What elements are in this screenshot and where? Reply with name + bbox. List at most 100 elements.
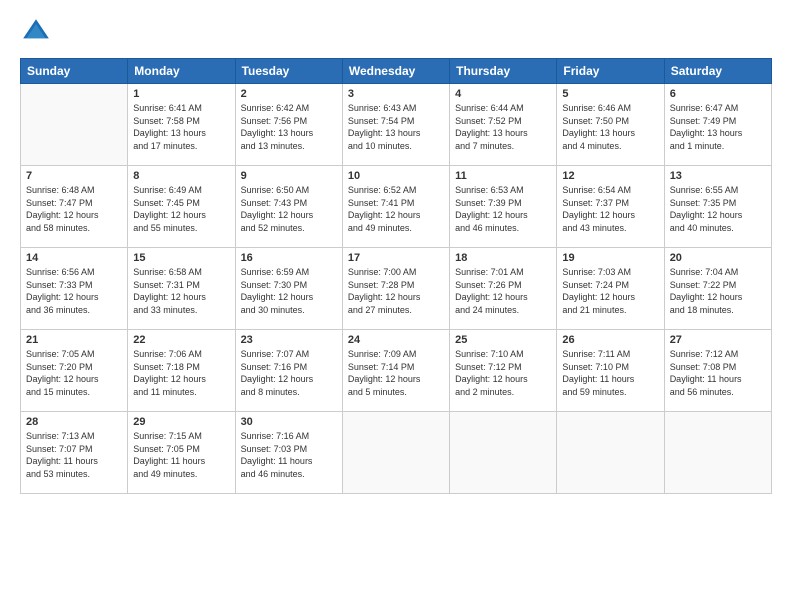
calendar-table: SundayMondayTuesdayWednesdayThursdayFrid… xyxy=(20,58,772,494)
day-info: Sunrise: 7:09 AM Sunset: 7:14 PM Dayligh… xyxy=(348,348,444,398)
weekday-header-row: SundayMondayTuesdayWednesdayThursdayFrid… xyxy=(21,59,772,84)
day-number: 29 xyxy=(133,416,229,428)
day-info: Sunrise: 6:54 AM Sunset: 7:37 PM Dayligh… xyxy=(562,184,658,234)
day-info: Sunrise: 6:49 AM Sunset: 7:45 PM Dayligh… xyxy=(133,184,229,234)
day-number: 18 xyxy=(455,252,551,264)
day-number: 21 xyxy=(26,334,122,346)
day-number: 8 xyxy=(133,170,229,182)
weekday-header-monday: Monday xyxy=(128,59,235,84)
day-info: Sunrise: 7:16 AM Sunset: 7:03 PM Dayligh… xyxy=(241,430,337,480)
calendar-cell: 12 Sunrise: 6:54 AM Sunset: 7:37 PM Dayli… xyxy=(557,166,664,248)
day-number: 12 xyxy=(562,170,658,182)
day-number: 26 xyxy=(562,334,658,346)
calendar-cell: 25 Sunrise: 7:10 AM Sunset: 7:12 PM Dayli… xyxy=(450,330,557,412)
calendar-cell: 13 Sunrise: 6:55 AM Sunset: 7:35 PM Dayli… xyxy=(664,166,771,248)
calendar-cell: 20 Sunrise: 7:04 AM Sunset: 7:22 PM Dayli… xyxy=(664,248,771,330)
day-info: Sunrise: 6:53 AM Sunset: 7:39 PM Dayligh… xyxy=(455,184,551,234)
day-number: 3 xyxy=(348,88,444,100)
calendar-week-row: 28Sunrise: 7:13 AM Sunset: 7:07 PM Dayli… xyxy=(21,412,772,494)
day-info: Sunrise: 7:04 AM Sunset: 7:22 PM Dayligh… xyxy=(670,266,766,316)
day-info: Sunrise: 6:42 AM Sunset: 7:56 PM Dayligh… xyxy=(241,102,337,152)
day-info: Sunrise: 6:43 AM Sunset: 7:54 PM Dayligh… xyxy=(348,102,444,152)
day-number: 13 xyxy=(670,170,766,182)
calendar-cell: 3 Sunrise: 6:43 AM Sunset: 7:54 PM Daylig… xyxy=(342,84,449,166)
logo xyxy=(20,16,56,48)
day-number: 15 xyxy=(133,252,229,264)
calendar-week-row: 1 Sunrise: 6:41 AM Sunset: 7:58 PM Daylig… xyxy=(21,84,772,166)
day-number: 19 xyxy=(562,252,658,264)
calendar-cell: 26 Sunrise: 7:11 AM Sunset: 7:10 PM Dayli… xyxy=(557,330,664,412)
calendar-cell: 1 Sunrise: 6:41 AM Sunset: 7:58 PM Daylig… xyxy=(128,84,235,166)
calendar-week-row: 21 Sunrise: 7:05 AM Sunset: 7:20 PM Dayli… xyxy=(21,330,772,412)
day-info: Sunrise: 6:52 AM Sunset: 7:41 PM Dayligh… xyxy=(348,184,444,234)
calendar-cell: 10 Sunrise: 6:52 AM Sunset: 7:41 PM Dayli… xyxy=(342,166,449,248)
day-number: 9 xyxy=(241,170,337,182)
calendar-cell: 23 Sunrise: 7:07 AM Sunset: 7:16 PM Dayli… xyxy=(235,330,342,412)
weekday-header-wednesday: Wednesday xyxy=(342,59,449,84)
day-number: 2 xyxy=(241,88,337,100)
day-number: 22 xyxy=(133,334,229,346)
day-info: Sunrise: 7:15 AM Sunset: 7:05 PM Dayligh… xyxy=(133,430,229,480)
day-number: 20 xyxy=(670,252,766,264)
day-info: Sunrise: 7:12 AM Sunset: 7:08 PM Dayligh… xyxy=(670,348,766,398)
day-number: 14 xyxy=(26,252,122,264)
weekday-header-sunday: Sunday xyxy=(21,59,128,84)
calendar-cell: 9 Sunrise: 6:50 AM Sunset: 7:43 PM Daylig… xyxy=(235,166,342,248)
day-info: Sunrise: 7:11 AM Sunset: 7:10 PM Dayligh… xyxy=(562,348,658,398)
calendar-cell xyxy=(342,412,449,494)
day-number: 1 xyxy=(133,88,229,100)
calendar-cell: 18 Sunrise: 7:01 AM Sunset: 7:26 PM Dayli… xyxy=(450,248,557,330)
day-number: 10 xyxy=(348,170,444,182)
calendar-cell: 16 Sunrise: 6:59 AM Sunset: 7:30 PM Dayli… xyxy=(235,248,342,330)
calendar-cell: 28Sunrise: 7:13 AM Sunset: 7:07 PM Dayli… xyxy=(21,412,128,494)
day-info: Sunrise: 7:06 AM Sunset: 7:18 PM Dayligh… xyxy=(133,348,229,398)
day-info: Sunrise: 6:55 AM Sunset: 7:35 PM Dayligh… xyxy=(670,184,766,234)
calendar-cell: 17Sunrise: 7:00 AM Sunset: 7:28 PM Dayli… xyxy=(342,248,449,330)
day-info: Sunrise: 6:48 AM Sunset: 7:47 PM Dayligh… xyxy=(26,184,122,234)
day-number: 4 xyxy=(455,88,551,100)
calendar-cell: 21 Sunrise: 7:05 AM Sunset: 7:20 PM Dayli… xyxy=(21,330,128,412)
calendar-cell: 29 Sunrise: 7:15 AM Sunset: 7:05 PM Dayli… xyxy=(128,412,235,494)
day-info: Sunrise: 6:50 AM Sunset: 7:43 PM Dayligh… xyxy=(241,184,337,234)
calendar-cell: 27Sunrise: 7:12 AM Sunset: 7:08 PM Dayli… xyxy=(664,330,771,412)
calendar-cell: 7Sunrise: 6:48 AM Sunset: 7:47 PM Daylig… xyxy=(21,166,128,248)
day-info: Sunrise: 7:13 AM Sunset: 7:07 PM Dayligh… xyxy=(26,430,122,480)
day-number: 17 xyxy=(348,252,444,264)
weekday-header-friday: Friday xyxy=(557,59,664,84)
day-info: Sunrise: 7:10 AM Sunset: 7:12 PM Dayligh… xyxy=(455,348,551,398)
calendar-cell xyxy=(557,412,664,494)
calendar-cell: 15 Sunrise: 6:58 AM Sunset: 7:31 PM Dayli… xyxy=(128,248,235,330)
day-number: 11 xyxy=(455,170,551,182)
day-info: Sunrise: 6:41 AM Sunset: 7:58 PM Dayligh… xyxy=(133,102,229,152)
calendar-cell: 14 Sunrise: 6:56 AM Sunset: 7:33 PM Dayli… xyxy=(21,248,128,330)
day-info: Sunrise: 7:01 AM Sunset: 7:26 PM Dayligh… xyxy=(455,266,551,316)
day-info: Sunrise: 6:47 AM Sunset: 7:49 PM Dayligh… xyxy=(670,102,766,152)
calendar-cell: 6 Sunrise: 6:47 AM Sunset: 7:49 PM Daylig… xyxy=(664,84,771,166)
day-number: 30 xyxy=(241,416,337,428)
day-info: Sunrise: 6:59 AM Sunset: 7:30 PM Dayligh… xyxy=(241,266,337,316)
day-number: 6 xyxy=(670,88,766,100)
calendar-cell: 22 Sunrise: 7:06 AM Sunset: 7:18 PM Dayli… xyxy=(128,330,235,412)
calendar-week-row: 7Sunrise: 6:48 AM Sunset: 7:47 PM Daylig… xyxy=(21,166,772,248)
day-info: Sunrise: 7:07 AM Sunset: 7:16 PM Dayligh… xyxy=(241,348,337,398)
logo-icon xyxy=(20,16,52,48)
day-info: Sunrise: 6:58 AM Sunset: 7:31 PM Dayligh… xyxy=(133,266,229,316)
weekday-header-tuesday: Tuesday xyxy=(235,59,342,84)
calendar-cell xyxy=(664,412,771,494)
page: SundayMondayTuesdayWednesdayThursdayFrid… xyxy=(0,0,792,612)
calendar-week-row: 14 Sunrise: 6:56 AM Sunset: 7:33 PM Dayli… xyxy=(21,248,772,330)
calendar-cell: 5Sunrise: 6:46 AM Sunset: 7:50 PM Daylig… xyxy=(557,84,664,166)
day-number: 24 xyxy=(348,334,444,346)
header xyxy=(20,16,772,48)
weekday-header-thursday: Thursday xyxy=(450,59,557,84)
day-info: Sunrise: 7:05 AM Sunset: 7:20 PM Dayligh… xyxy=(26,348,122,398)
day-number: 25 xyxy=(455,334,551,346)
calendar-cell: 19Sunrise: 7:03 AM Sunset: 7:24 PM Dayli… xyxy=(557,248,664,330)
calendar-cell xyxy=(21,84,128,166)
calendar-cell xyxy=(450,412,557,494)
day-info: Sunrise: 6:56 AM Sunset: 7:33 PM Dayligh… xyxy=(26,266,122,316)
calendar-cell: 11 Sunrise: 6:53 AM Sunset: 7:39 PM Dayli… xyxy=(450,166,557,248)
calendar-cell: 30 Sunrise: 7:16 AM Sunset: 7:03 PM Dayli… xyxy=(235,412,342,494)
day-number: 23 xyxy=(241,334,337,346)
day-number: 16 xyxy=(241,252,337,264)
